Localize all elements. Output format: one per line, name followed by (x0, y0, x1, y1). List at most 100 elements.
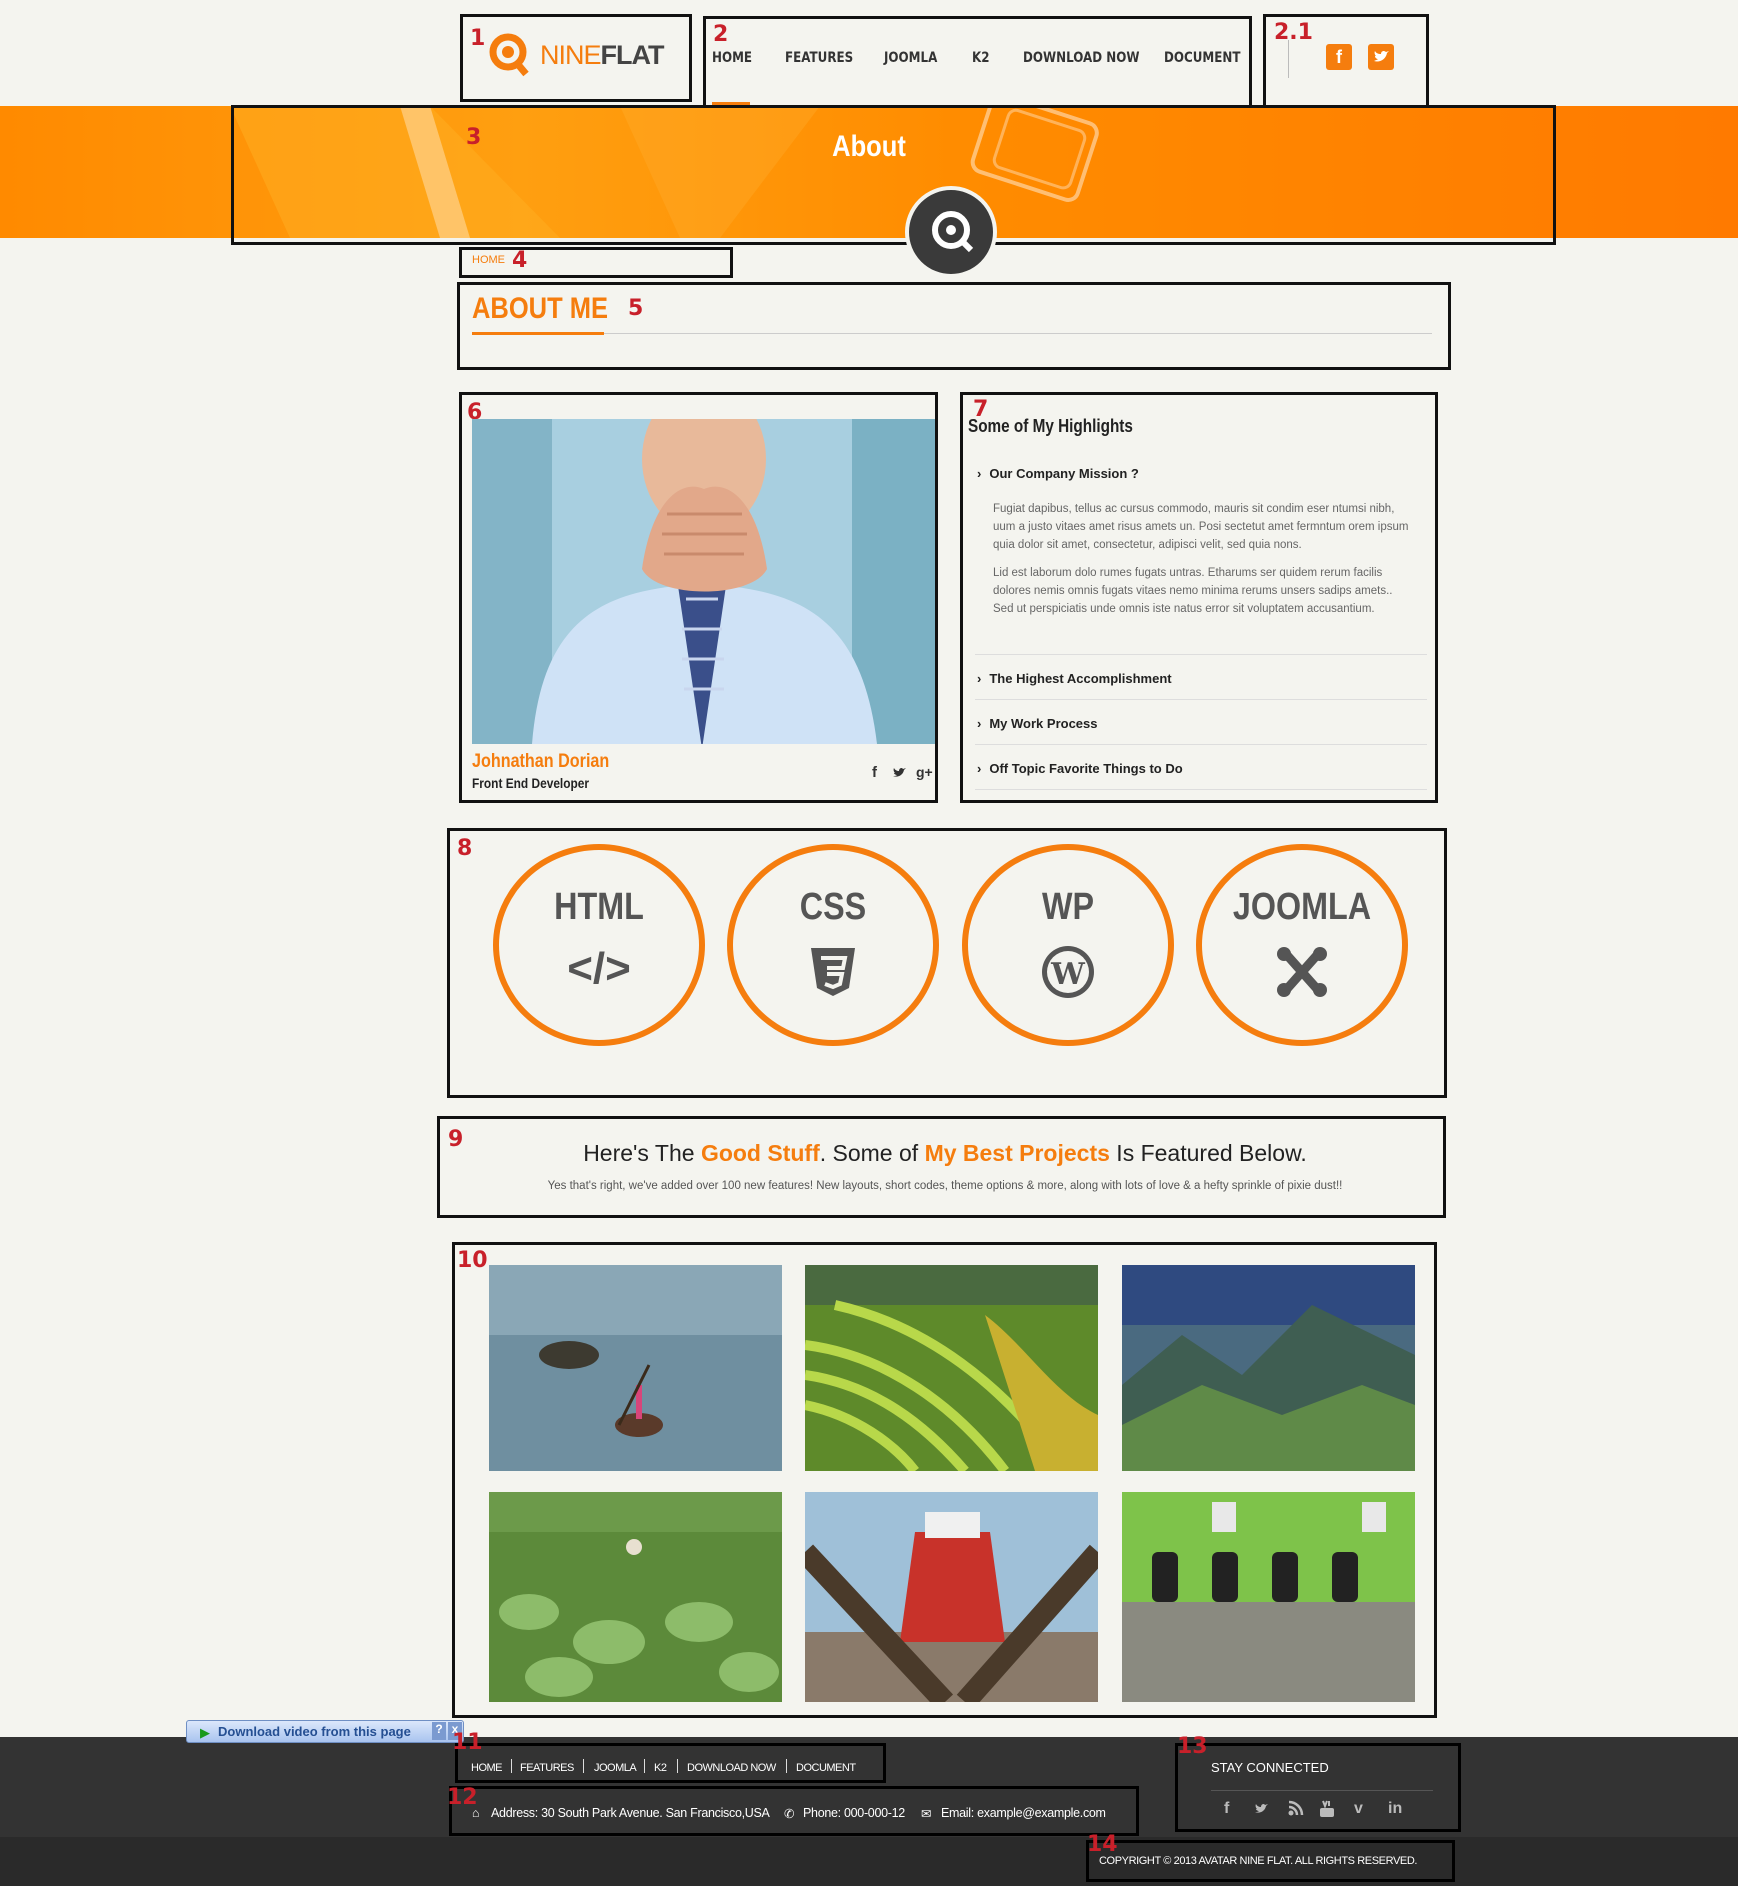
accordion-item-mission[interactable]: › Our Company Mission ? (977, 466, 1139, 481)
wordpress-logo-icon: W (1042, 946, 1094, 998)
featured-subtitle: Yes that's right, we've added over 100 n… (547, 1180, 1343, 1192)
logo-text-nine: NINE (540, 40, 602, 70)
rss-icon[interactable] (1288, 1800, 1304, 1821)
divider (975, 654, 1427, 655)
annotation-box-banner (231, 105, 1556, 245)
gallery-image-mountains[interactable] (1122, 1265, 1415, 1471)
annotation-number: 10 (457, 1248, 488, 1273)
breadcrumb-home[interactable]: HOME (472, 254, 505, 266)
phone-icon: ✆ (784, 1807, 795, 1821)
annotation-number: 3 (466, 125, 482, 150)
facebook-icon[interactable]: f (1224, 1800, 1229, 1818)
annotation-number: 13 (1177, 1734, 1208, 1759)
footer-nav-download-now[interactable]: DOWNLOAD NOW (687, 1762, 776, 1774)
divider (1288, 40, 1289, 78)
gallery-image-taro-field[interactable] (489, 1492, 782, 1702)
accordion-label: The Highest Accomplishment (989, 671, 1172, 686)
heading-text: Is Featured Below. (1109, 1140, 1307, 1166)
copyright-text: COPYRIGHT © 2013 AVATAR NINE FLAT. ALL R… (1099, 1855, 1418, 1867)
profile-photo (472, 419, 935, 744)
divider (583, 1759, 584, 1773)
email-icon: ✉ (921, 1807, 932, 1821)
divider (975, 699, 1427, 700)
footer-nav-k2[interactable]: K2 (654, 1762, 667, 1774)
logo-icon[interactable] (486, 30, 534, 78)
divider (1211, 1790, 1433, 1791)
page-title: ABOUT ME (472, 292, 608, 325)
accordion-content-paragraph: Fugiat dapibus, tellus ac cursus commodo… (993, 503, 1409, 551)
site-logo[interactable]: NINEFLAT (540, 40, 664, 71)
stay-connected-title: STAY CONNECTED (1211, 1760, 1329, 1775)
google-plus-icon[interactable]: g+ (916, 764, 933, 780)
skill-label: HTML (554, 886, 644, 928)
divider (975, 789, 1427, 790)
banner-logo-icon (905, 186, 997, 278)
css3-shield-icon (811, 948, 855, 996)
annotation-number: 11 (452, 1730, 483, 1755)
home-icon: ⌂ (472, 1806, 480, 1820)
twitter-bird-icon (1374, 50, 1389, 62)
annotation-box-featured (437, 1116, 1446, 1218)
profile-name: Johnathan Dorian (472, 751, 610, 772)
footer-address: Address: 30 South Park Avenue. San Franc… (491, 1806, 770, 1820)
heading-highlight: Good Stuff (700, 1140, 820, 1166)
annotation-box-stay-connected (1175, 1743, 1461, 1832)
css3-icon (733, 944, 933, 1011)
accordion-item-accomplishment[interactable]: › The Highest Accomplishment (977, 671, 1172, 686)
nav-home[interactable]: HOME (712, 50, 752, 66)
chevron-right-icon: › (977, 761, 982, 776)
gallery-image-ship[interactable] (805, 1492, 1098, 1702)
nav-features[interactable]: FEATURES (785, 50, 853, 66)
footer-nav-joomla[interactable]: JOOMLA (594, 1762, 637, 1774)
joomla-icon (1202, 944, 1402, 1011)
nav-document[interactable]: DOCUMENT (1164, 50, 1240, 66)
businessman-illustration (472, 419, 935, 744)
youtube-logo-icon (1320, 1800, 1334, 1817)
divider (644, 1759, 645, 1773)
wordpress-icon: W (968, 944, 1168, 1011)
footer-phone: Phone: 000-000-12 (803, 1806, 905, 1820)
nav-joomla[interactable]: JOOMLA (884, 50, 937, 66)
title-underline (472, 332, 604, 335)
accordion-label: My Work Process (989, 716, 1098, 731)
logo-text-flat: FLAT (600, 40, 665, 70)
play-icon: ▶ (200, 1725, 210, 1740)
code-icon: </> (567, 944, 631, 993)
nav-k2[interactable]: K2 (972, 50, 990, 66)
footer-email[interactable]: Email: example@example.com (941, 1806, 1106, 1820)
gallery-image-office[interactable] (1122, 1492, 1415, 1702)
heading-highlight: My Best Projects (924, 1140, 1110, 1166)
skill-joomla: JOOMLA (1196, 844, 1408, 1046)
divider (975, 744, 1427, 745)
twitter-icon[interactable] (892, 764, 908, 784)
youtube-icon[interactable] (1319, 1800, 1335, 1823)
search-logo-icon (932, 211, 974, 253)
download-video-label[interactable]: Download video from this page (218, 1724, 411, 1739)
vimeo-icon[interactable]: v (1354, 1800, 1363, 1818)
svg-text:W: W (1050, 957, 1086, 992)
facebook-icon[interactable]: f (872, 764, 877, 781)
accordion-label: Our Company Mission ? (989, 466, 1139, 481)
profile-role: Front End Developer (472, 775, 590, 791)
accordion-content-paragraph: Lid est laborum dolo rumes fugats untras… (993, 567, 1393, 615)
gallery-image-terraces[interactable] (805, 1265, 1098, 1471)
heading-text: . Some of (819, 1140, 925, 1166)
footer-nav-home[interactable]: HOME (471, 1762, 503, 1774)
featured-heading: Here's The Good Stuff. Some of My Best P… (440, 1140, 1450, 1167)
nav-download-now[interactable]: DOWNLOAD NOW (1023, 50, 1139, 66)
facebook-icon[interactable]: f (1326, 44, 1352, 70)
annotation-number: 2.1 (1274, 20, 1313, 45)
gallery-image-sea[interactable] (489, 1265, 782, 1471)
footer-nav-document[interactable]: DOCUMENT (796, 1762, 856, 1774)
footer-nav-features[interactable]: FEATURES (520, 1762, 574, 1774)
divider (511, 1759, 512, 1773)
accordion-item-off-topic[interactable]: › Off Topic Favorite Things to Do (977, 761, 1183, 776)
twitter-icon[interactable] (1254, 1800, 1272, 1821)
twitter-icon[interactable] (1368, 44, 1394, 70)
accordion-item-work-process[interactable]: › My Work Process (977, 716, 1097, 731)
twitter-bird-icon (1255, 1803, 1268, 1813)
skill-css: CSS (727, 844, 939, 1046)
help-icon[interactable]: ? (432, 1722, 446, 1740)
linkedin-icon[interactable]: in (1388, 1800, 1402, 1818)
heading-text: Here's The (583, 1140, 701, 1166)
